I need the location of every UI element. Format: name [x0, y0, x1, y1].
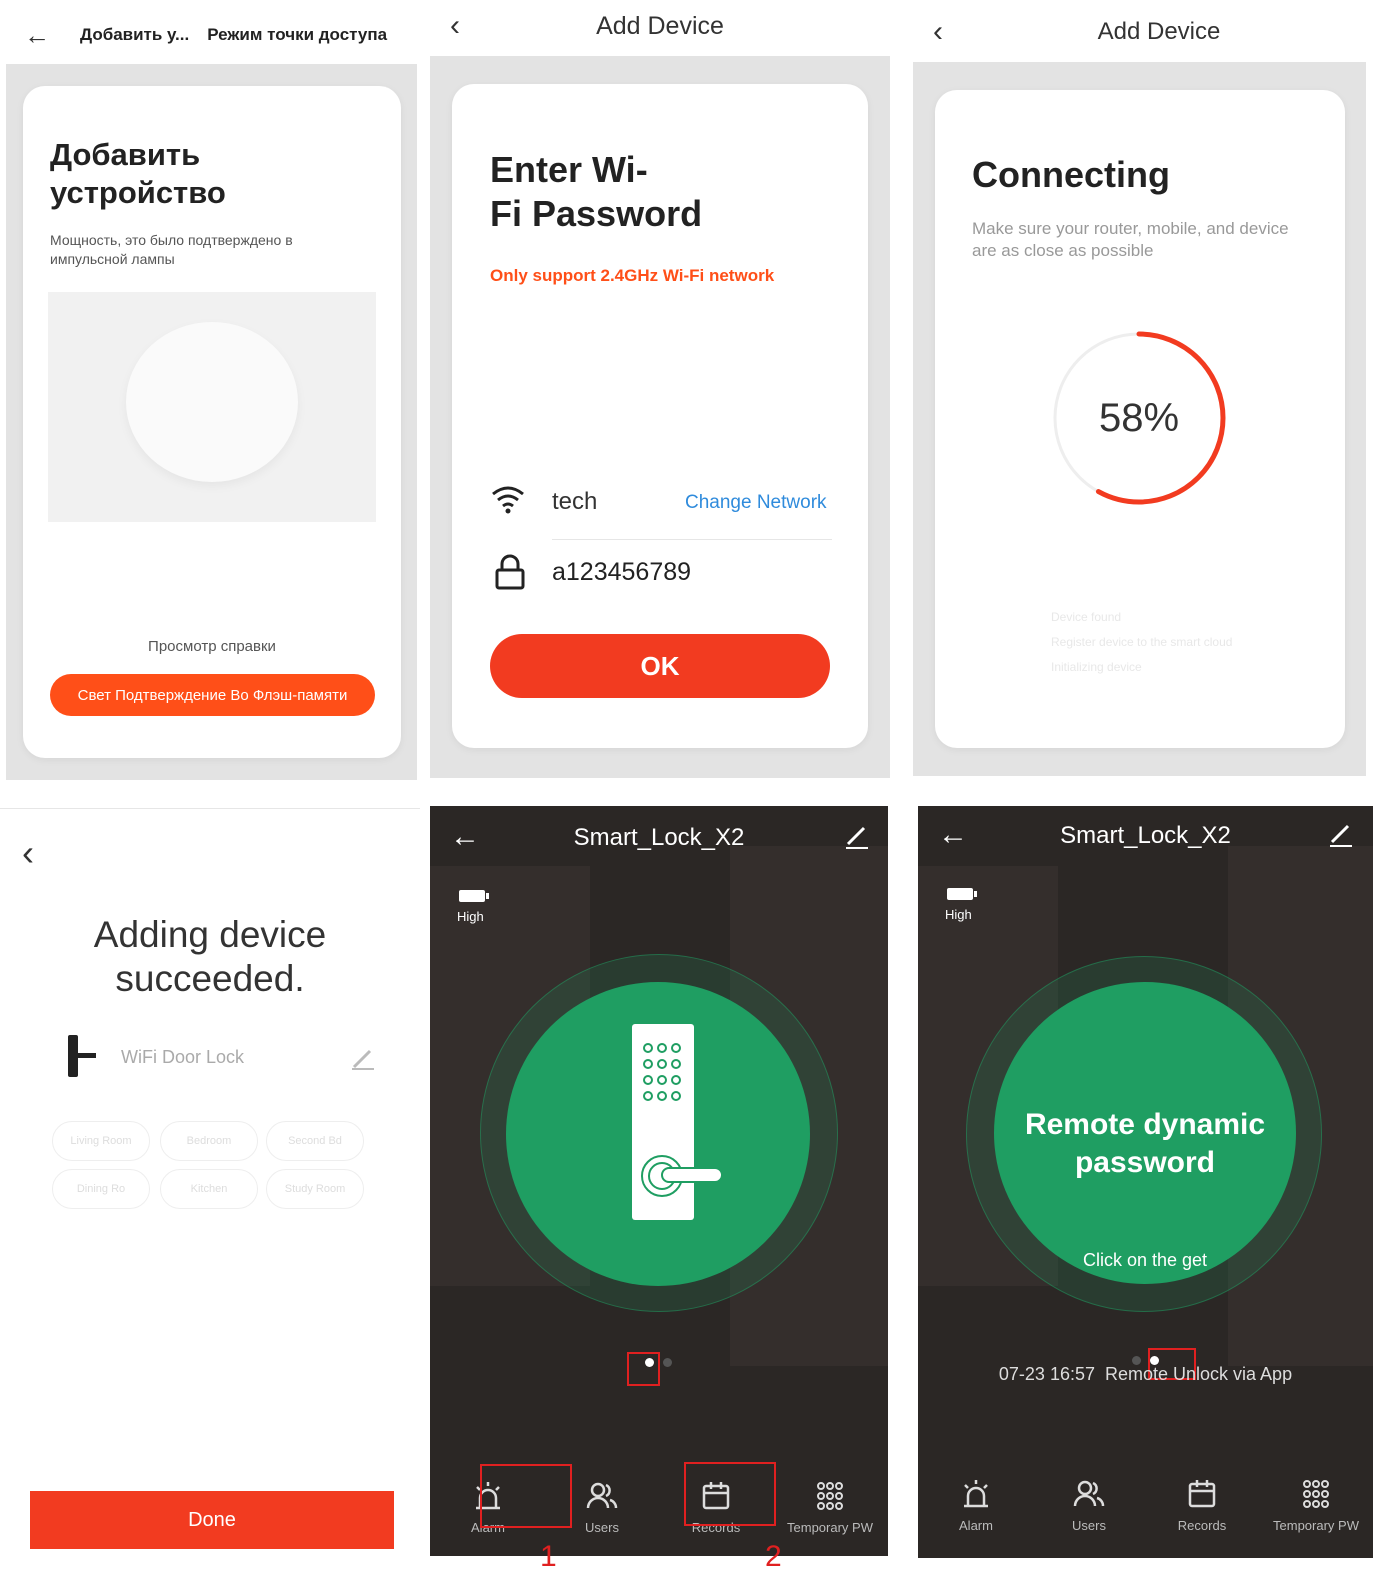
- device-title: Smart_Lock_X2: [1060, 822, 1231, 849]
- nav-users[interactable]: Users: [1059, 1478, 1119, 1533]
- header: ← Добавить у... Режим точки доступа: [24, 22, 414, 48]
- room-chip-5[interactable]: Kitchen: [160, 1169, 258, 1209]
- users-icon: [586, 1482, 618, 1509]
- room-chip-4[interactable]: Dining Ro: [52, 1169, 150, 1209]
- nav-temporary-pw[interactable]: Temporary PW: [1270, 1478, 1362, 1533]
- page-title: Добавить устройство: [50, 137, 226, 210]
- annotation-box-alarm: [480, 1464, 572, 1528]
- progress-label: 58%: [1098, 396, 1180, 440]
- room-chip-1[interactable]: Living Room: [52, 1121, 150, 1161]
- door-lock-icon: [64, 1033, 98, 1084]
- annotation-box-records: [684, 1462, 776, 1526]
- device-title: Smart_Lock_X2: [573, 824, 745, 851]
- header-title: Add Device: [596, 11, 724, 40]
- description: Make sure your router, mobile, and devic…: [972, 219, 1289, 260]
- room-chip-2[interactable]: Bedroom: [160, 1121, 258, 1161]
- socket-image: [126, 322, 298, 482]
- last-record: 07-23 16:57 Remote Unlock via App: [998, 1364, 1293, 1384]
- card: Добавить устройство Мощность, это было п…: [23, 86, 401, 758]
- warning-text: Only support 2.4GHz Wi-Fi network: [490, 266, 775, 285]
- ok-button[interactable]: OK: [490, 634, 830, 698]
- page-title: Enter Wi- Fi Password: [490, 149, 703, 234]
- nav-label: Users: [585, 1520, 619, 1535]
- screen-add-device-ru: ← Добавить у... Режим точки доступа Доба…: [0, 0, 420, 780]
- nav-label: Users: [1072, 1518, 1106, 1533]
- screen-smart-lock-remote: ← Smart_Lock_X2 High Remote dynamic pass…: [918, 806, 1373, 1558]
- nav-temporary-pw[interactable]: Temporary PW: [784, 1480, 876, 1535]
- nav-records[interactable]: Records: [1172, 1478, 1232, 1533]
- annotation-label-2: 2: [765, 1540, 782, 1573]
- divider: [552, 539, 832, 540]
- edit-icon[interactable]: [350, 1045, 376, 1076]
- screen-success: ‹ Adding device succeeded. WiFi Door Loc…: [0, 808, 420, 1578]
- room-chip-6[interactable]: Study Room: [266, 1169, 364, 1209]
- help-link[interactable]: Просмотр справки: [23, 638, 401, 655]
- content-area: Enter Wi- Fi Password Only support 2.4GH…: [430, 56, 890, 778]
- content-area: Добавить устройство Мощность, это было п…: [6, 64, 417, 780]
- step-1: Device found: [1051, 610, 1122, 624]
- room-chip-3[interactable]: Second Bd: [266, 1121, 364, 1161]
- device-illustration: [48, 292, 376, 522]
- description: Мощность, это было подтверждено в импуль…: [50, 232, 293, 267]
- screen-enter-wifi: ‹ Add Device Enter Wi- Fi Password Only …: [430, 0, 890, 778]
- door-lock-illustration-icon: [632, 1024, 723, 1220]
- alarm-icon: [964, 1480, 988, 1508]
- wifi-icon: [490, 484, 526, 519]
- calendar-icon: [1188, 1480, 1216, 1508]
- battery-icon: [458, 888, 490, 909]
- header-title: Add Device: [1097, 18, 1221, 45]
- annotation-box-pager: [627, 1352, 660, 1386]
- device-name: WiFi Door Lock: [121, 1047, 245, 1067]
- nav-label: Temporary PW: [787, 1520, 873, 1535]
- step-3: Initializing device: [1051, 660, 1142, 674]
- header: ‹ Add Device: [450, 8, 870, 44]
- card: Enter Wi- Fi Password Only support 2.4GH…: [452, 84, 868, 748]
- battery-icon: [946, 886, 978, 907]
- screen-connecting: ‹ Add Device Connecting Make sure your r…: [913, 0, 1366, 776]
- nav-label: Temporary PW: [1273, 1518, 1359, 1533]
- edit-icon[interactable]: [844, 824, 870, 855]
- back-chevron-icon[interactable]: ‹: [22, 835, 34, 871]
- card: Connecting Make sure your router, mobile…: [935, 90, 1345, 748]
- screen-smart-lock-main: ← Smart_Lock_X2 High Alarm Users Records: [430, 806, 888, 1556]
- lock-icon: [494, 554, 526, 595]
- nav-label: Records: [1177, 1518, 1227, 1533]
- battery-label: High: [945, 907, 972, 922]
- done-button[interactable]: Done: [30, 1491, 394, 1549]
- battery-label: High: [457, 909, 484, 924]
- content-area: Connecting Make sure your router, mobile…: [913, 62, 1366, 776]
- users-icon: [1073, 1480, 1105, 1507]
- nav-users[interactable]: Users: [572, 1480, 632, 1535]
- network-name: tech: [552, 488, 598, 515]
- page-dot: [663, 1358, 672, 1367]
- confirm-button[interactable]: Свет Подтверждение Во Флэш-памяти: [50, 674, 375, 716]
- header: ‹ Add Device: [933, 14, 1353, 50]
- keypad-icon: [817, 1482, 843, 1510]
- remote-password-subtitle: Click on the get: [1082, 1250, 1208, 1270]
- back-arrow-icon[interactable]: ←: [24, 22, 50, 48]
- annotation-label-1: 1: [540, 1540, 557, 1573]
- success-title: Adding device succeeded.: [93, 914, 327, 999]
- password-field[interactable]: a123456789: [552, 558, 691, 587]
- nav-alarm[interactable]: Alarm: [946, 1478, 1006, 1533]
- keypad-icon: [1303, 1480, 1329, 1508]
- remote-password-title: Remote dynamic password: [1024, 1108, 1266, 1179]
- header-left-title: Добавить у...: [80, 25, 190, 44]
- change-network-link[interactable]: Change Network: [685, 492, 827, 514]
- step-2: Register device to the smart cloud: [1051, 635, 1233, 649]
- page-title: Connecting: [972, 154, 1170, 195]
- nav-label: Alarm: [959, 1518, 993, 1533]
- edit-icon[interactable]: [1328, 822, 1354, 853]
- header-right-title[interactable]: Режим точки доступа: [207, 25, 387, 45]
